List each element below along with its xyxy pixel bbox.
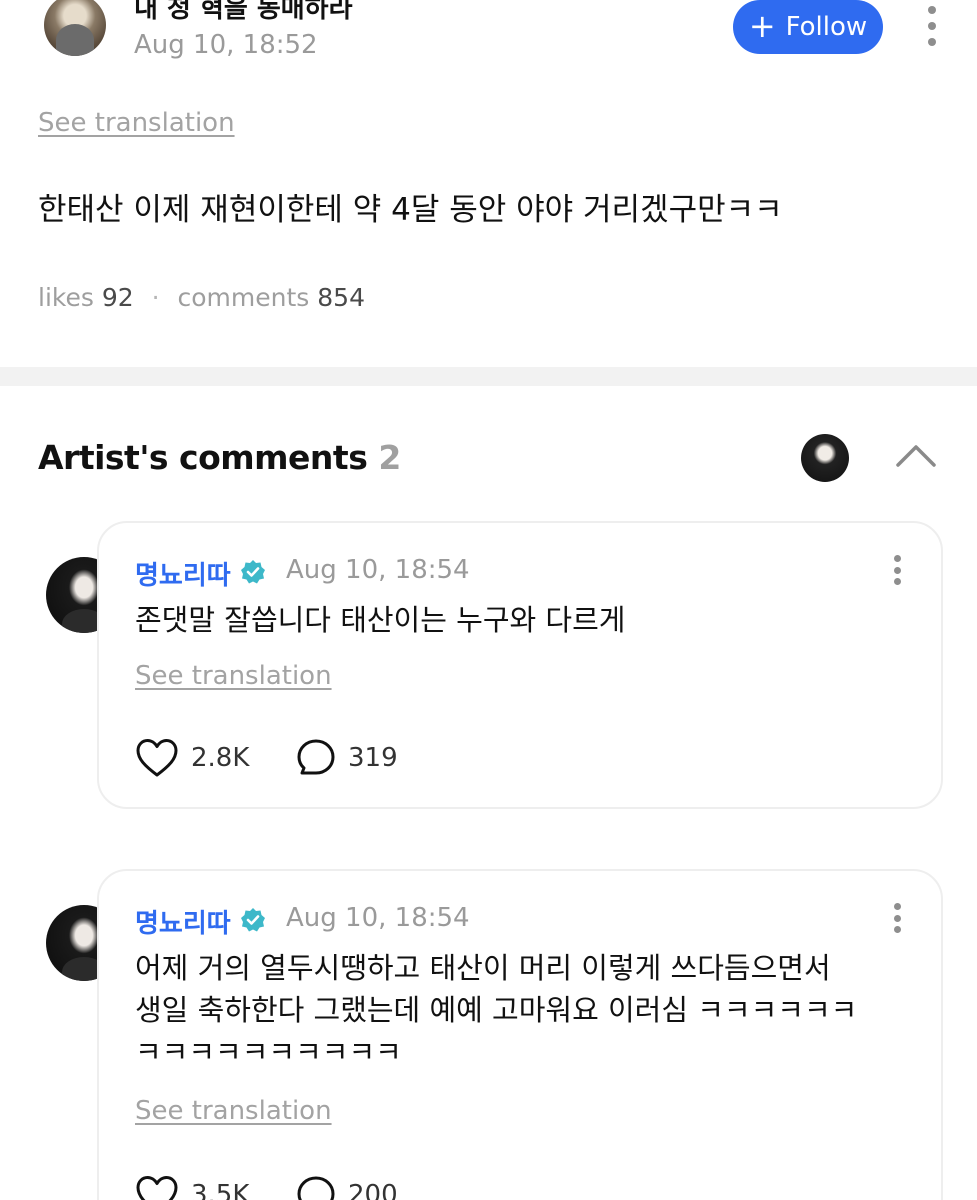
plus-icon: + (748, 6, 776, 45)
post-header: 내 청 혁을 동매하라 Aug 10, 18:52 + Follow (0, 0, 977, 90)
comment-text-line: 어제 거의 열두시땡하고 태산이 머리 이렇게 쓰다듬으면서 (135, 951, 831, 985)
reply-count: 319 (348, 743, 398, 773)
like-button[interactable]: 2.8K (135, 738, 249, 778)
more-vertical-icon[interactable] (892, 555, 902, 585)
verified-badge-icon (241, 908, 265, 932)
comment-text: 어제 거의 열두시땡하고 태산이 머리 이렇게 쓰다듬으면서 생일 축하한다 그… (135, 947, 857, 1073)
comment-see-translation-link[interactable]: See translation (135, 1096, 332, 1126)
reply-count: 200 (348, 1180, 398, 1200)
stats-separator: · (151, 283, 160, 312)
artist-comment-card: 명뇨리따 Aug 10, 18:54 존댓말 잘씁니다 태산이는 누구와 다르게… (97, 521, 943, 809)
more-vertical-icon[interactable] (892, 903, 902, 933)
comment-timestamp: Aug 10, 18:54 (286, 555, 470, 585)
follow-label: Follow (785, 12, 868, 42)
like-button[interactable]: 3.5K (135, 1175, 249, 1200)
post-author-name[interactable]: 내 청 혁을 동매하라 (134, 0, 353, 25)
comment-bubble-icon (297, 1176, 335, 1200)
comments-label: comments (177, 283, 310, 312)
more-vertical-icon[interactable] (927, 6, 937, 46)
likes-label: likes (38, 283, 94, 312)
artist-comments-label: Artist's comments (38, 438, 368, 477)
comment-bubble-icon (297, 739, 335, 775)
follow-button[interactable]: + Follow (733, 0, 883, 54)
artist-avatar[interactable] (801, 434, 849, 482)
comment-author-name[interactable]: 명뇨리따 (135, 555, 231, 592)
comment-text: 존댓말 잘씁니다 태산이는 누구와 다르게 (135, 599, 625, 641)
comment-text-line: 존댓말 잘씁니다 태산이는 누구와 다르게 (135, 603, 626, 637)
post-see-translation-link[interactable]: See translation (38, 108, 235, 138)
comment-see-translation-link[interactable]: See translation (135, 661, 332, 691)
comment-timestamp: Aug 10, 18:54 (286, 903, 470, 933)
section-divider (0, 367, 977, 386)
verified-badge-icon (241, 560, 265, 584)
like-count: 3.5K (191, 1180, 250, 1200)
comments-count: 854 (317, 283, 365, 312)
comment-text-line: 생일 축하한다 그랬는데 예예 고마워요 이러심 ㅋㅋㅋㅋㅋㅋ (135, 993, 858, 1027)
comment-text-line: ㅋㅋㅋㅋㅋㅋㅋㅋㅋㅋ (135, 1035, 402, 1069)
artist-comment-card: 명뇨리따 Aug 10, 18:54 어제 거의 열두시땡하고 태산이 머리 이… (97, 869, 943, 1200)
reply-button[interactable]: 319 (296, 738, 398, 778)
chevron-up-icon[interactable] (894, 441, 938, 469)
post-body-text: 한태산 이제 재현이한테 약 4달 동안 야야 거리겠구만ㅋㅋ (38, 192, 783, 228)
artist-comments-count: 2 (378, 438, 401, 477)
likes-count: 92 (101, 283, 134, 312)
post-author-avatar[interactable] (44, 0, 106, 56)
comment-author-name[interactable]: 명뇨리따 (135, 903, 231, 940)
artist-comments-title: Artist's comments 2 (38, 438, 401, 477)
reply-button[interactable]: 200 (296, 1175, 398, 1200)
post-stats: likes 92 · comments 854 (38, 283, 365, 312)
heart-icon (136, 739, 178, 777)
post-timestamp: Aug 10, 18:52 (134, 30, 318, 60)
heart-icon (136, 1176, 178, 1200)
like-count: 2.8K (191, 743, 250, 773)
